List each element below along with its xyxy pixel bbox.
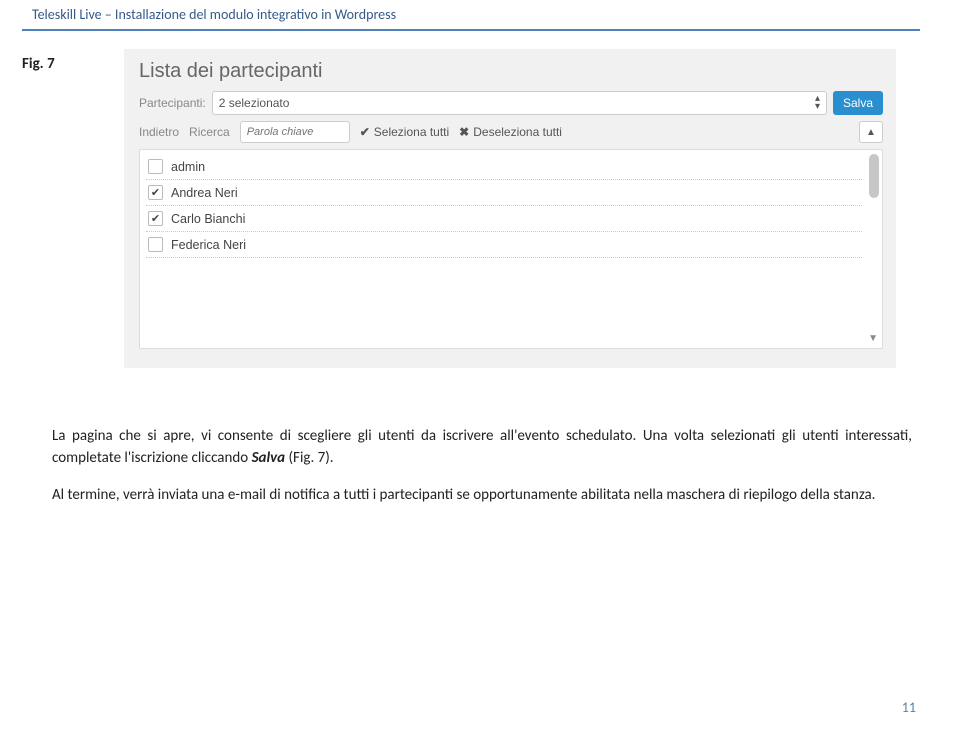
user-name: Federica Neri	[171, 238, 246, 252]
list-item[interactable]: Federica Neri	[146, 232, 862, 258]
header-divider	[22, 29, 920, 31]
paragraph-1: La pagina che si apre, vi consente di sc…	[52, 426, 912, 470]
updown-icon: ▴▾	[815, 95, 820, 111]
user-name: Carlo Bianchi	[171, 212, 245, 226]
select-all-label: Seleziona tutti	[374, 125, 449, 139]
user-name: admin	[171, 160, 205, 174]
checkbox[interactable]	[148, 237, 163, 252]
user-name: Andrea Neri	[171, 186, 238, 200]
figure-label: Fig. 7	[22, 49, 72, 73]
page-number: 11	[902, 699, 916, 716]
deselect-all-button[interactable]: ✖ Deseleziona tutti	[459, 125, 562, 139]
user-list: admin ✔ Andrea Neri ✔ Carlo Bianchi Fede…	[139, 149, 883, 349]
checkbox[interactable]: ✔	[148, 185, 163, 200]
check-icon: ✔	[360, 125, 370, 139]
screenshot-panel: Lista dei partecipanti Partecipanti: 2 s…	[124, 49, 896, 368]
list-item[interactable]: admin	[146, 154, 862, 180]
chevron-up-button[interactable]: ▲	[859, 121, 883, 143]
participants-label: Partecipanti:	[139, 96, 206, 110]
panel-title: Lista dei partecipanti	[139, 60, 883, 83]
scrollbar-thumb[interactable]	[869, 154, 879, 198]
deselect-all-label: Deseleziona tutti	[473, 125, 562, 139]
document-header: Teleskill Live – Installazione del modul…	[22, 0, 920, 27]
chevron-up-icon: ▲	[866, 127, 876, 138]
x-icon: ✖	[459, 125, 469, 139]
participants-selected-text: 2 selezionato	[219, 96, 290, 110]
chevron-down-icon[interactable]: ▼	[868, 333, 878, 344]
list-item[interactable]: ✔ Andrea Neri	[146, 180, 862, 206]
text-span: (Fig. 7).	[285, 449, 333, 467]
text-span: La pagina che si apre, vi consente di sc…	[52, 427, 912, 467]
search-input[interactable]	[240, 121, 350, 143]
body-paragraphs: La pagina che si apre, vi consente di sc…	[22, 426, 920, 506]
check-icon: ✔	[151, 186, 160, 199]
back-link[interactable]: Indietro	[139, 125, 179, 139]
check-icon: ✔	[151, 212, 160, 225]
checkbox[interactable]	[148, 159, 163, 174]
select-all-button[interactable]: ✔ Seleziona tutti	[360, 125, 449, 139]
save-button[interactable]: Salva	[833, 91, 883, 115]
paragraph-2: Al termine, verrà inviata una e-mail di …	[52, 485, 912, 507]
list-item[interactable]: ✔ Carlo Bianchi	[146, 206, 862, 232]
search-label: Ricerca	[189, 125, 230, 139]
salva-emphasis: Salva	[252, 449, 286, 467]
participants-row: Partecipanti: 2 selezionato ▴▾ Salva	[139, 91, 883, 115]
participants-select[interactable]: 2 selezionato ▴▾	[212, 91, 827, 115]
checkbox[interactable]: ✔	[148, 211, 163, 226]
toolbar-row: Indietro Ricerca ✔ Seleziona tutti ✖ Des…	[139, 121, 883, 143]
